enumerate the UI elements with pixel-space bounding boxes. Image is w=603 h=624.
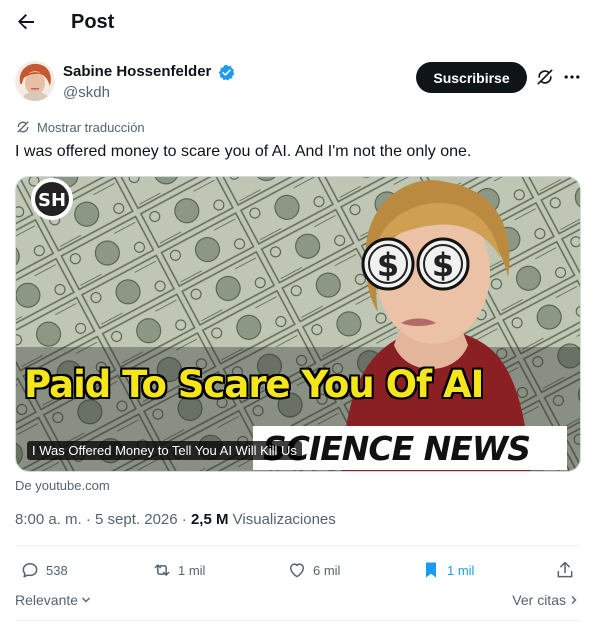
meta-separator: · (177, 511, 191, 528)
share-icon (557, 561, 573, 578)
translate-icon (17, 121, 29, 133)
heart-icon (290, 563, 304, 578)
channel-logo-text: SH (38, 190, 66, 211)
svg-text:$: $ (432, 246, 454, 284)
tweet-text: I was offered money to scare you of AI. … (15, 143, 472, 160)
post-date[interactable]: 5 sept. 2026 (95, 511, 178, 528)
thumbnail-headline: Paid To Scare You Of AI (24, 363, 484, 406)
bookmark-count: 1 mil (447, 562, 475, 578)
reply-icon (22, 563, 38, 578)
avatar[interactable] (15, 61, 55, 101)
sort-label: Relevante (15, 592, 79, 608)
views-label: Visualizaciones (232, 511, 336, 528)
verified-badge-icon (218, 64, 235, 81)
bookmark-button[interactable]: 1 mil (421, 558, 474, 582)
subscribe-button[interactable]: Suscribirse (416, 62, 527, 93)
like-count: 6 mil (313, 562, 341, 578)
reply-count: 538 (46, 562, 68, 578)
repost-icon (154, 564, 170, 576)
meta-separator: · (81, 511, 96, 528)
show-translation-link[interactable]: Mostrar traducción (15, 119, 145, 135)
grok-icon[interactable] (535, 67, 555, 87)
video-title-caption: I Was Offered Money to Tell You AI Will … (27, 441, 302, 460)
video-link-card[interactable]: SH $ $ Paid To Scare You Of AI SCIENCE N… (15, 176, 581, 472)
post-time[interactable]: 8:00 a. m. (15, 511, 82, 528)
page-title: Post (71, 11, 115, 33)
page-header: Post (0, 0, 603, 48)
sort-dropdown[interactable]: Relevante (15, 592, 91, 608)
author-name[interactable]: Sabine Hossenfelder (63, 63, 211, 80)
chevron-down-icon (82, 597, 91, 603)
post-meta: 8:00 a. m. · 5 sept. 2026 · 2,5 M Visual… (15, 511, 336, 528)
back-arrow-icon[interactable] (14, 10, 38, 34)
share-button[interactable] (555, 558, 581, 582)
translation-label: Mostrar traducción (37, 119, 145, 135)
views-count: 2,5 M (190, 511, 229, 528)
repost-count: 1 mil (178, 562, 206, 578)
svg-text:$: $ (377, 246, 399, 284)
chevron-right-icon (571, 596, 577, 604)
reply-button[interactable]: 538 (20, 558, 68, 582)
link-source[interactable]: De youtube.com (15, 478, 110, 493)
author-handle[interactable]: @skdh (63, 84, 110, 101)
view-quotes-link[interactable]: Ver citas (512, 592, 579, 608)
bookmark-filled-icon (426, 562, 436, 578)
repost-button[interactable]: 1 mil (152, 558, 205, 582)
divider (15, 545, 581, 546)
quotes-label: Ver citas (512, 592, 566, 608)
like-button[interactable]: 6 mil (287, 558, 340, 582)
more-options-icon[interactable] (562, 67, 582, 87)
thumbnail-channel-text: SCIENCE NEWS (263, 429, 531, 468)
divider (15, 620, 581, 621)
